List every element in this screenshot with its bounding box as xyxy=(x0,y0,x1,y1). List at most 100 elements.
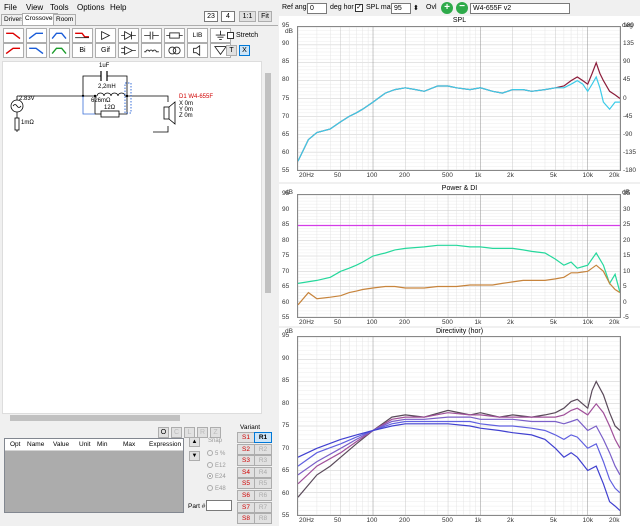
resistor-button[interactable] xyxy=(164,28,185,43)
menu-options[interactable]: Options xyxy=(77,3,105,12)
spl-x-tick: 2k xyxy=(507,172,514,179)
zoom-1to1-button[interactable]: 1:1 xyxy=(239,11,256,22)
vertical-scroll-thumb[interactable] xyxy=(265,73,271,293)
buffer-button[interactable] xyxy=(95,28,116,43)
driver-overlay-select[interactable]: W4-655F v2 xyxy=(470,3,570,14)
x-button[interactable]: X xyxy=(239,45,250,56)
variant-r1-button[interactable]: R1 xyxy=(254,432,272,443)
menu-file[interactable]: File xyxy=(4,3,17,12)
snap-e24-radio[interactable]: E24 xyxy=(207,473,226,480)
bandpass-blue-button[interactable] xyxy=(49,28,70,43)
spl-plot-area[interactable] xyxy=(297,26,621,171)
ref-angle-input[interactable]: 0 xyxy=(307,3,327,14)
zoom-b-field[interactable]: 4 xyxy=(221,11,235,22)
power-di-y-left-tick: 90 xyxy=(282,205,290,213)
col-name[interactable]: Name xyxy=(27,441,44,448)
snap-e48-radio[interactable]: E48 xyxy=(207,485,226,492)
spl-y-right-tick: 90 xyxy=(623,58,631,66)
lowpass-blue-button[interactable] xyxy=(26,43,47,58)
menu-help[interactable]: Help xyxy=(110,3,126,12)
transformer-button[interactable] xyxy=(164,43,185,58)
variant-r3-button[interactable]: R3 xyxy=(254,455,272,467)
highpass-blue-button[interactable] xyxy=(26,28,47,43)
power-di-plot-area[interactable] xyxy=(297,194,621,318)
variant-r4-button[interactable]: R4 xyxy=(254,466,272,478)
overlay-remove-button[interactable]: − xyxy=(456,2,468,14)
variant-s4-button[interactable]: S4 xyxy=(237,466,255,478)
driver-button[interactable] xyxy=(187,43,208,58)
horizontal-scroll-thumb[interactable] xyxy=(10,415,180,421)
col-expression[interactable]: Expression xyxy=(149,441,181,448)
gif-button[interactable]: Gif xyxy=(95,43,116,58)
spl-y-left-tick: 60 xyxy=(282,148,290,156)
spl-chart-panel: SPL dB deg 95 90 85 80 75 70 65 60 55 180 135 90 45 0… xyxy=(279,16,640,182)
capacitor-label[interactable]: 1uF xyxy=(99,63,109,69)
zoom-fit-button[interactable]: Fit xyxy=(258,11,272,22)
menu-tools[interactable]: Tools xyxy=(50,3,69,12)
tab-room[interactable]: Room xyxy=(53,14,77,25)
z-button[interactable]: Z xyxy=(210,427,221,438)
lowpass-shelf-button[interactable] xyxy=(72,28,93,43)
diode-button[interactable] xyxy=(118,28,139,43)
c-button[interactable]: C xyxy=(171,427,182,438)
lowpass-red-button[interactable] xyxy=(3,28,24,43)
spl-max-input[interactable]: 95 xyxy=(391,3,411,14)
spl-y-left-tick: 85 xyxy=(282,58,290,66)
col-max[interactable]: Max xyxy=(123,441,135,448)
col-value[interactable]: Value xyxy=(53,441,69,448)
directivity-plot-area[interactable] xyxy=(297,336,621,516)
variant-s8-button[interactable]: S8 xyxy=(237,513,255,525)
overlay-add-button[interactable]: + xyxy=(441,2,453,14)
zoom-a-field[interactable]: 23 xyxy=(204,11,218,22)
capacitor-button[interactable] xyxy=(141,28,162,43)
variant-r8-button[interactable]: R8 xyxy=(254,513,272,525)
move-up-button[interactable]: ▲ xyxy=(189,437,200,447)
spl-max-checkbox[interactable]: ✓ xyxy=(355,4,363,12)
parameter-table[interactable]: Opt Name Value Unit Min Max Expression xyxy=(4,438,184,513)
bi-amp-button[interactable]: Bi xyxy=(72,43,93,58)
bandpass-green-button[interactable] xyxy=(49,43,70,58)
power-di-y-right-tick: -5 xyxy=(623,314,629,321)
variant-s7-button[interactable]: S7 xyxy=(237,501,255,513)
variant-s6-button[interactable]: S6 xyxy=(237,490,255,501)
driver-name-label[interactable]: D1 W4-655F xyxy=(179,94,213,100)
schematic-canvas[interactable]: 1uF 2,2mH 626mΩ 12Ω 2.83V 1mΩ D1 W4-655F… xyxy=(2,61,262,414)
menu-view[interactable]: View xyxy=(26,3,43,12)
power-di-y-right-tick: 20 xyxy=(623,236,631,244)
variant-r5-button[interactable]: R5 xyxy=(254,478,272,490)
part-number-input[interactable] xyxy=(206,500,232,511)
move-down-button[interactable]: ▼ xyxy=(189,451,200,461)
variant-r2-button[interactable]: R2 xyxy=(254,443,272,455)
col-unit[interactable]: Unit xyxy=(79,441,91,448)
library-button[interactable]: LIB xyxy=(187,28,208,43)
gif-label: Gif xyxy=(101,47,110,54)
power-di-y-left-tick: 55 xyxy=(282,314,290,321)
spl-plot xyxy=(298,27,620,170)
highpass-red-button[interactable] xyxy=(3,43,24,58)
radio-circle-icon xyxy=(207,462,213,468)
spl-max-spinner[interactable]: ⬍ xyxy=(413,4,419,12)
variant-s5-button[interactable]: S5 xyxy=(237,478,255,490)
stretch-checkbox[interactable] xyxy=(227,32,234,39)
variant-s1-button[interactable]: S1 xyxy=(237,432,255,443)
canvas-horizontal-scrollbar[interactable] xyxy=(2,414,264,422)
variant-r7-button[interactable]: R7 xyxy=(254,501,272,513)
plus-icon: + xyxy=(444,2,450,13)
opamp-button[interactable] xyxy=(118,43,139,58)
o-button[interactable]: O xyxy=(158,427,169,438)
t-button[interactable]: T xyxy=(226,45,237,56)
source-voltage-label: 2.83V xyxy=(19,96,35,102)
resistor-label[interactable]: 12Ω xyxy=(104,105,115,111)
source-resistance-label: 1mΩ xyxy=(21,120,34,126)
snap-e12-radio[interactable]: E12 xyxy=(207,462,226,469)
inductor-label[interactable]: 2,2mH xyxy=(98,84,116,90)
lowpass-shelf-icon xyxy=(75,32,89,39)
col-opt[interactable]: Opt xyxy=(10,441,20,448)
canvas-vertical-scrollbar[interactable] xyxy=(264,61,272,414)
variant-s3-button[interactable]: S3 xyxy=(237,455,255,467)
col-min[interactable]: Min xyxy=(97,441,107,448)
variant-s2-button[interactable]: S2 xyxy=(237,443,255,455)
variant-r6-button[interactable]: R6 xyxy=(254,490,272,501)
inductor-button[interactable] xyxy=(141,43,162,58)
snap-5pct-radio[interactable]: 5 % xyxy=(207,450,225,457)
